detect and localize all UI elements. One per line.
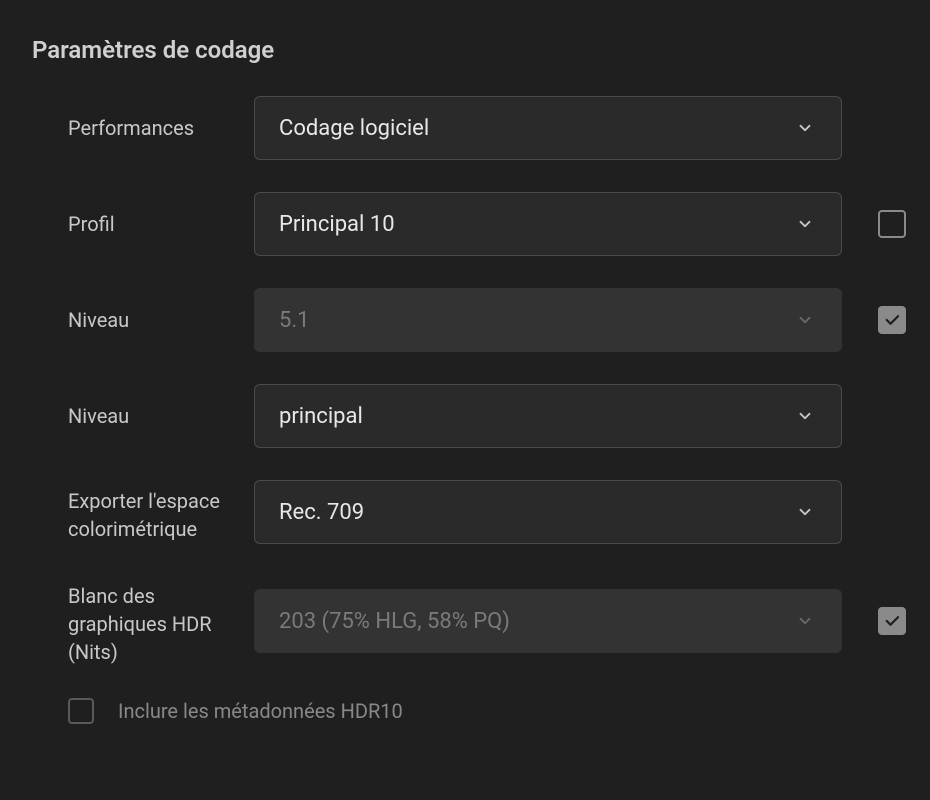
dropdown-niveau2-value: principal (279, 404, 363, 429)
section-title: Paramètres de codage (32, 36, 898, 64)
dropdown-hdrwhite: 203 (75% HLG, 58% PQ) (254, 589, 842, 653)
row-colorspace: Exporter l'espace colorimétrique Rec. 70… (68, 480, 898, 544)
dropdown-niveau1-value: 5.1 (279, 308, 310, 333)
encoding-settings-section: Paramètres de codage Performances Codage… (32, 36, 898, 724)
dropdown-colorspace-value: Rec. 709 (279, 500, 364, 525)
chevron-down-icon (793, 609, 817, 633)
checkbox-profil-auto[interactable] (878, 210, 906, 238)
row-hdrwhite: Blanc des graphiques HDR (Nits) 203 (75%… (68, 576, 898, 666)
checkbox-hdrwhite-auto[interactable] (878, 607, 906, 635)
chevron-down-icon (793, 116, 817, 140)
row-niveau2: Niveau principal (68, 384, 898, 448)
row-include-hdr10: Inclure les métadonnées HDR10 (68, 698, 898, 724)
label-include-hdr10: Inclure les métadonnées HDR10 (118, 699, 403, 723)
dropdown-profil-value: Principal 10 (279, 212, 395, 237)
settings-content: Performances Codage logiciel Profil Prin… (32, 96, 898, 724)
chevron-down-icon (793, 500, 817, 524)
chevron-down-icon (793, 404, 817, 428)
label-hdrwhite: Blanc des graphiques HDR (Nits) (68, 576, 254, 666)
row-performances: Performances Codage logiciel (68, 96, 898, 160)
label-niveau2: Niveau (68, 402, 254, 430)
dropdown-niveau1: 5.1 (254, 288, 842, 352)
label-profil: Profil (68, 210, 254, 238)
checkbox-niveau1-auto[interactable] (878, 306, 906, 334)
chevron-down-icon (793, 212, 817, 236)
dropdown-profil[interactable]: Principal 10 (254, 192, 842, 256)
dropdown-performances-value: Codage logiciel (279, 116, 429, 141)
dropdown-performances[interactable]: Codage logiciel (254, 96, 842, 160)
label-colorspace: Exporter l'espace colorimétrique (68, 481, 254, 543)
dropdown-colorspace[interactable]: Rec. 709 (254, 480, 842, 544)
row-profil: Profil Principal 10 (68, 192, 898, 256)
label-performances: Performances (68, 114, 254, 142)
dropdown-hdrwhite-value: 203 (75% HLG, 58% PQ) (279, 609, 510, 634)
row-niveau1: Niveau 5.1 (68, 288, 898, 352)
label-niveau1: Niveau (68, 306, 254, 334)
checkbox-include-hdr10[interactable] (68, 698, 94, 724)
chevron-down-icon (793, 308, 817, 332)
dropdown-niveau2[interactable]: principal (254, 384, 842, 448)
